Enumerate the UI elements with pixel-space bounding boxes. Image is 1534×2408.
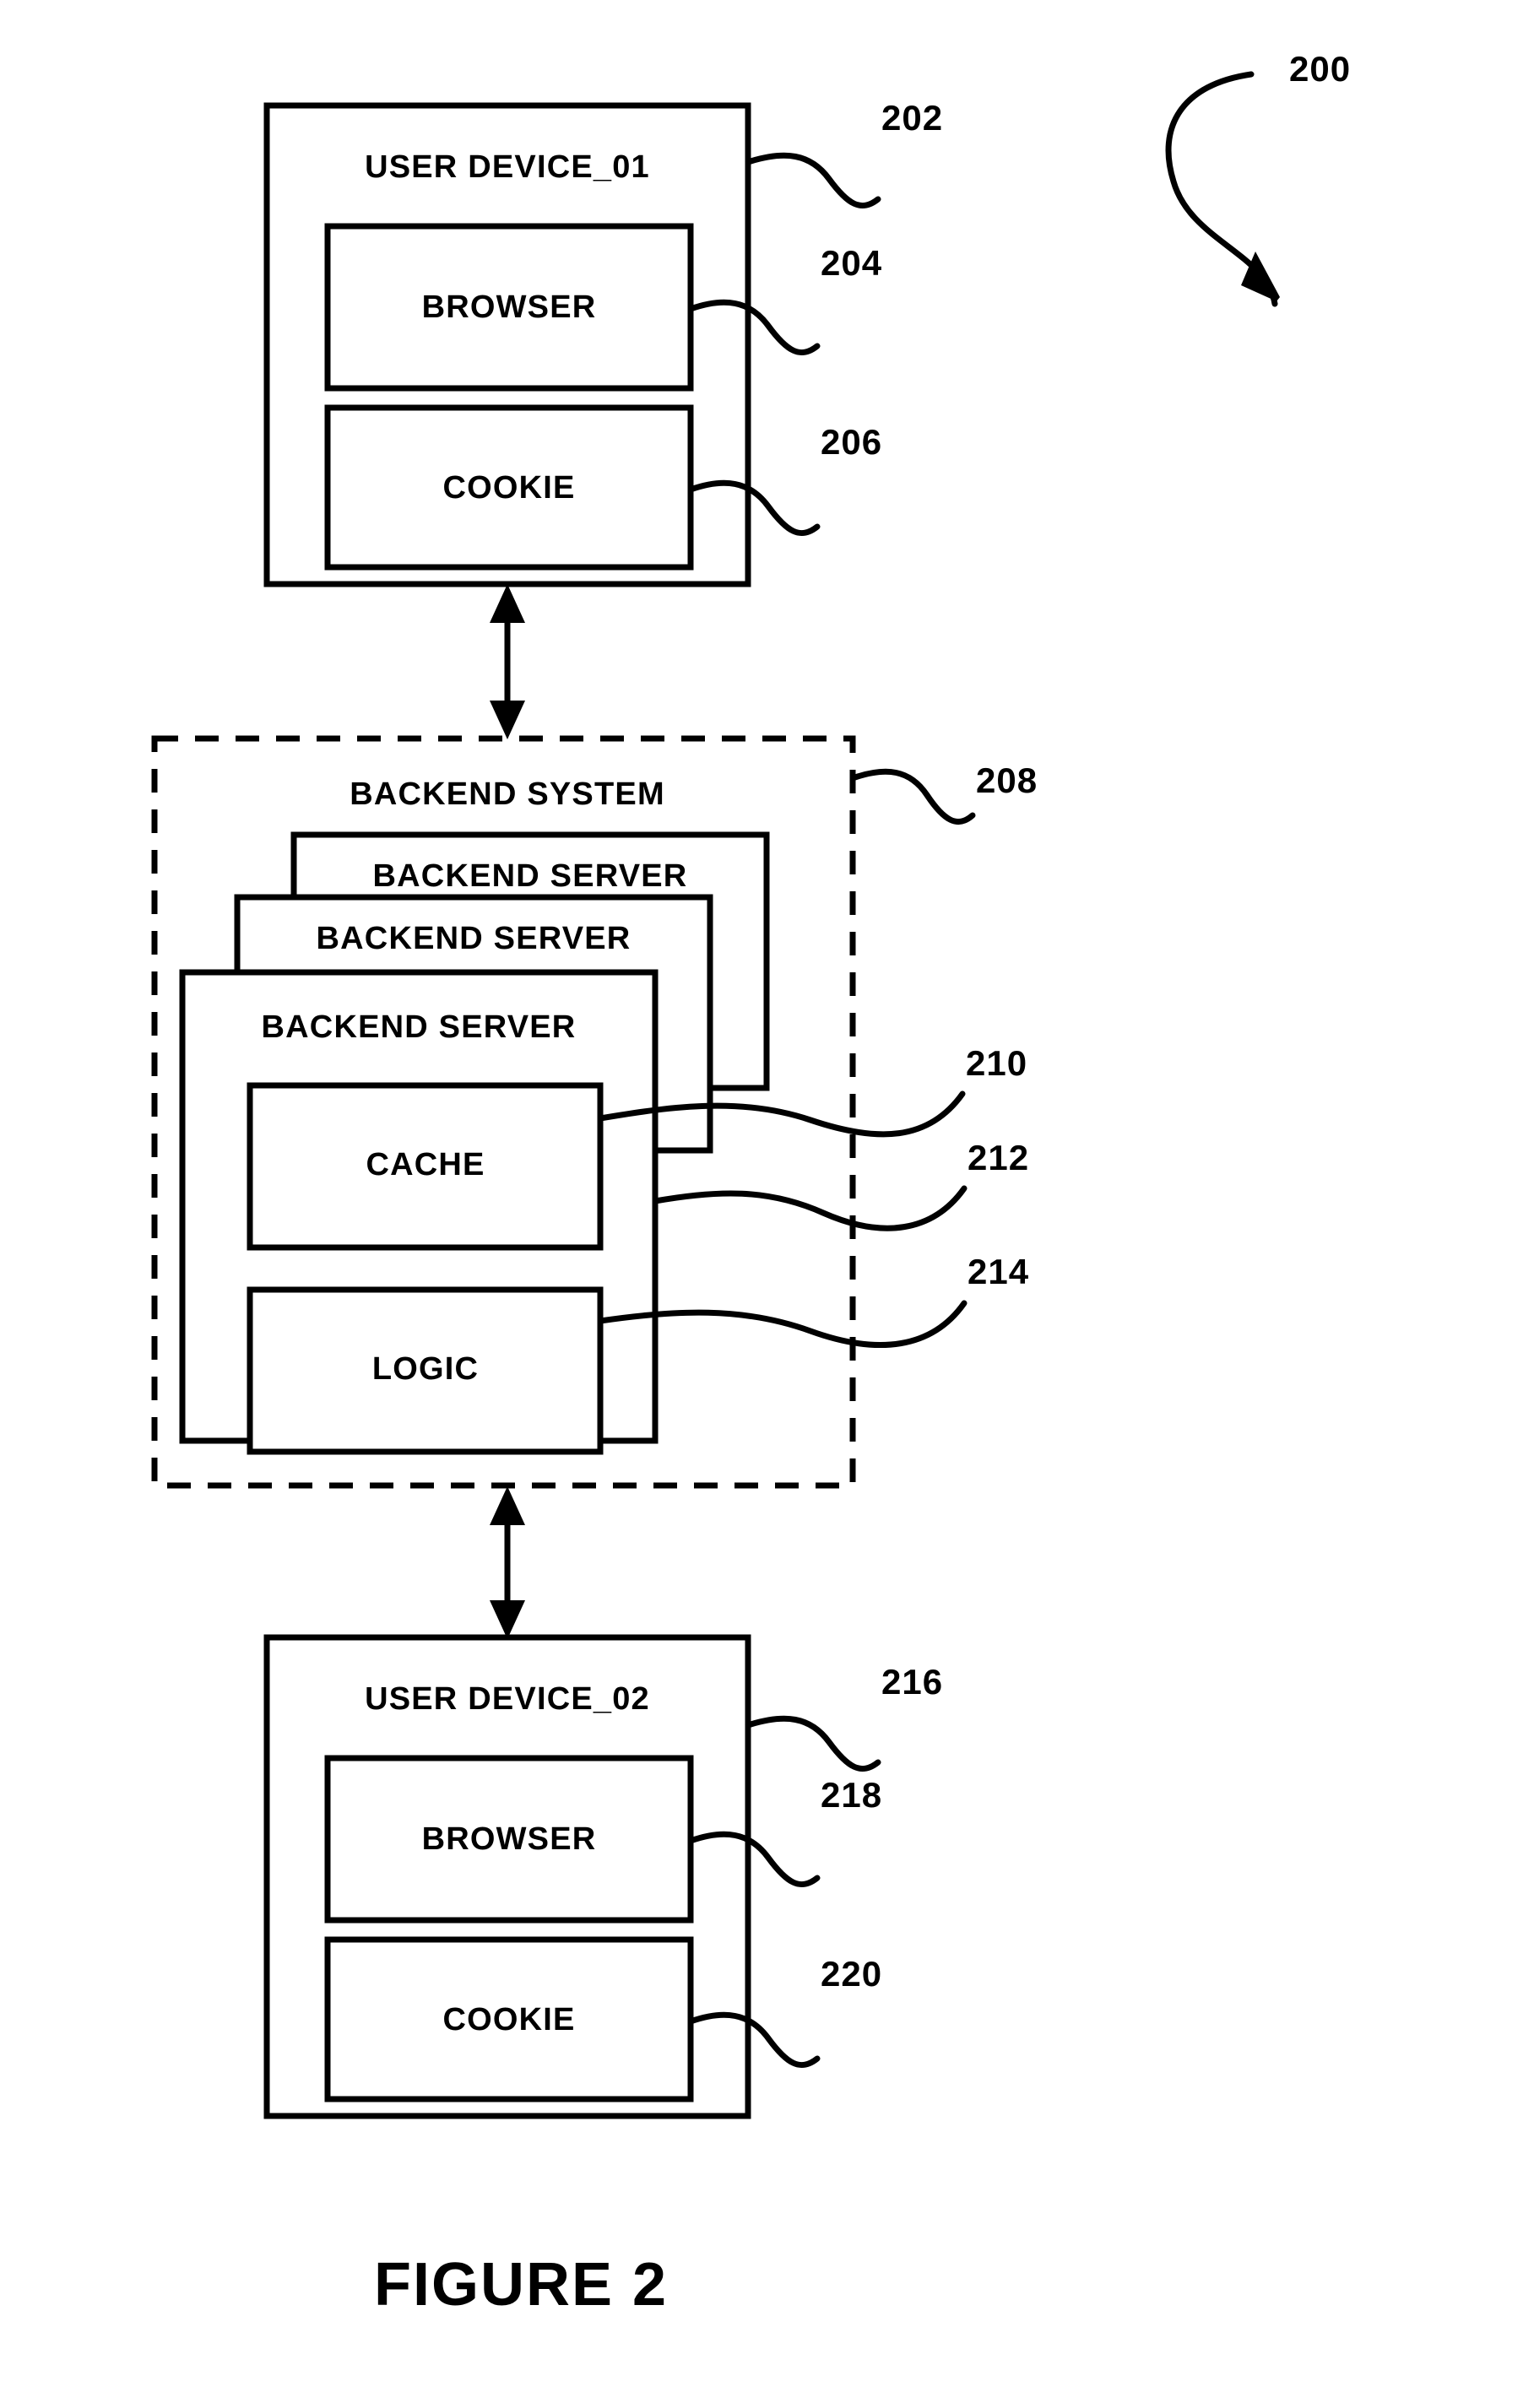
reference-numeral-202: 202 bbox=[881, 98, 943, 138]
system-200-leader-group: 200 bbox=[1165, 49, 1351, 307]
figure-2-diagram: 200 USER DEVICE_01 BROWSER COOKIE 202 20… bbox=[151, 49, 1351, 2319]
connector-bottom-arrowhead-up bbox=[490, 1486, 525, 1525]
reference-numeral-214: 214 bbox=[968, 1252, 1029, 1291]
reference-214-group: 214 bbox=[597, 1252, 1029, 1348]
reference-numeral-216: 216 bbox=[881, 1662, 943, 1702]
reference-216-leader-line bbox=[745, 1715, 881, 1772]
backend-system-group[interactable]: BACKEND SYSTEM BACKEND SERVER BACKEND SE… bbox=[151, 735, 856, 1489]
user-device-01-group[interactable]: USER DEVICE_01 BROWSER COOKIE bbox=[263, 102, 751, 587]
reference-208-group: 208 bbox=[849, 760, 1038, 825]
backend-server-label-2: BACKEND SERVER bbox=[317, 921, 631, 956]
figure-caption: FIGURE 2 bbox=[374, 2251, 668, 2319]
user-device-02-group[interactable]: USER DEVICE_02 BROWSER COOKIE bbox=[263, 1634, 751, 2119]
reference-208-leader-line bbox=[849, 768, 976, 825]
user-device-02-title: USER DEVICE_02 bbox=[365, 1681, 650, 1717]
connector-top-arrowhead-up bbox=[490, 584, 525, 623]
reference-202-group: 202 bbox=[745, 98, 943, 209]
reference-numeral-220: 220 bbox=[821, 1954, 882, 1994]
reference-216-group: 216 bbox=[745, 1662, 943, 1772]
reference-numeral-208: 208 bbox=[976, 760, 1038, 800]
logic-label: LOGIC bbox=[372, 1351, 479, 1387]
reference-212-leader-line bbox=[652, 1185, 968, 1231]
reference-numeral-218: 218 bbox=[821, 1775, 882, 1815]
backend-system-title: BACKEND SYSTEM bbox=[350, 777, 665, 812]
reference-numeral-210: 210 bbox=[966, 1043, 1027, 1083]
user-device-02-cookie-label: COOKIE bbox=[442, 2002, 575, 2037]
reference-numeral-204: 204 bbox=[821, 243, 882, 283]
connector-bottom-arrowhead-down bbox=[490, 1600, 525, 1639]
reference-202-leader-line bbox=[745, 152, 881, 209]
connector-top-bidirectional-arrow bbox=[490, 584, 525, 739]
user-device-01-browser-label: BROWSER bbox=[422, 290, 597, 325]
user-device-01-cookie-label: COOKIE bbox=[442, 470, 575, 506]
connector-bottom-bidirectional-arrow bbox=[490, 1486, 525, 1639]
patent-figure: 200 USER DEVICE_01 BROWSER COOKIE 202 20… bbox=[0, 0, 1534, 2408]
reference-numeral-212: 212 bbox=[968, 1138, 1029, 1177]
backend-server-label-1: BACKEND SERVER bbox=[262, 1009, 577, 1045]
user-device-01-title: USER DEVICE_01 bbox=[365, 149, 650, 185]
user-device-02-browser-label: BROWSER bbox=[422, 1821, 597, 1857]
connector-top-arrowhead-down bbox=[490, 701, 525, 739]
reference-numeral-200: 200 bbox=[1289, 49, 1351, 89]
reference-numeral-206: 206 bbox=[821, 422, 882, 462]
backend-server-label-3: BACKEND SERVER bbox=[373, 858, 688, 894]
cache-label: CACHE bbox=[366, 1147, 485, 1182]
